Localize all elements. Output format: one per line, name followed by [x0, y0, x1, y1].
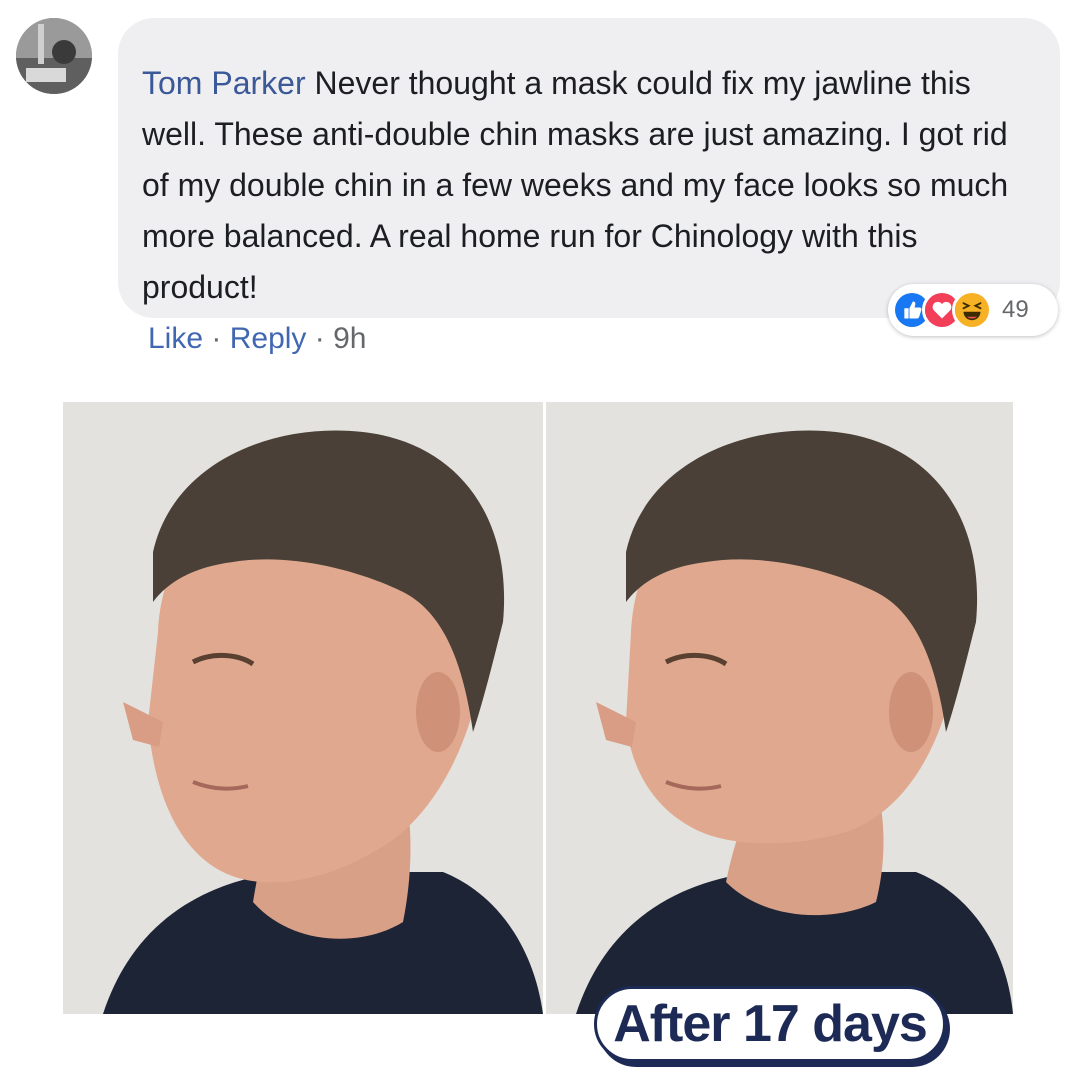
- reaction-count: 49: [1002, 296, 1029, 323]
- avatar[interactable]: [16, 18, 92, 94]
- comment-bubble: Tom Parker Never thought a mask could fi…: [118, 18, 1060, 318]
- separator: ·: [211, 322, 222, 355]
- separator: ·: [314, 322, 325, 355]
- after-photo: [546, 402, 1013, 1014]
- comment-text: Never thought a mask could fix my jawlin…: [142, 65, 1009, 305]
- reply-link[interactable]: Reply: [230, 322, 307, 355]
- like-link[interactable]: Like: [148, 322, 203, 355]
- reactions-summary[interactable]: 49: [888, 284, 1058, 336]
- comment-author[interactable]: Tom Parker: [142, 65, 306, 101]
- comment-actions: Like · Reply · 9h: [148, 322, 367, 356]
- after-label-badge: After 17 days: [594, 986, 946, 1062]
- haha-icon: [952, 290, 992, 330]
- comment-timestamp[interactable]: 9h: [333, 322, 366, 355]
- before-photo: [63, 402, 543, 1014]
- comment-body: Tom Parker Never thought a mask could fi…: [142, 58, 1020, 313]
